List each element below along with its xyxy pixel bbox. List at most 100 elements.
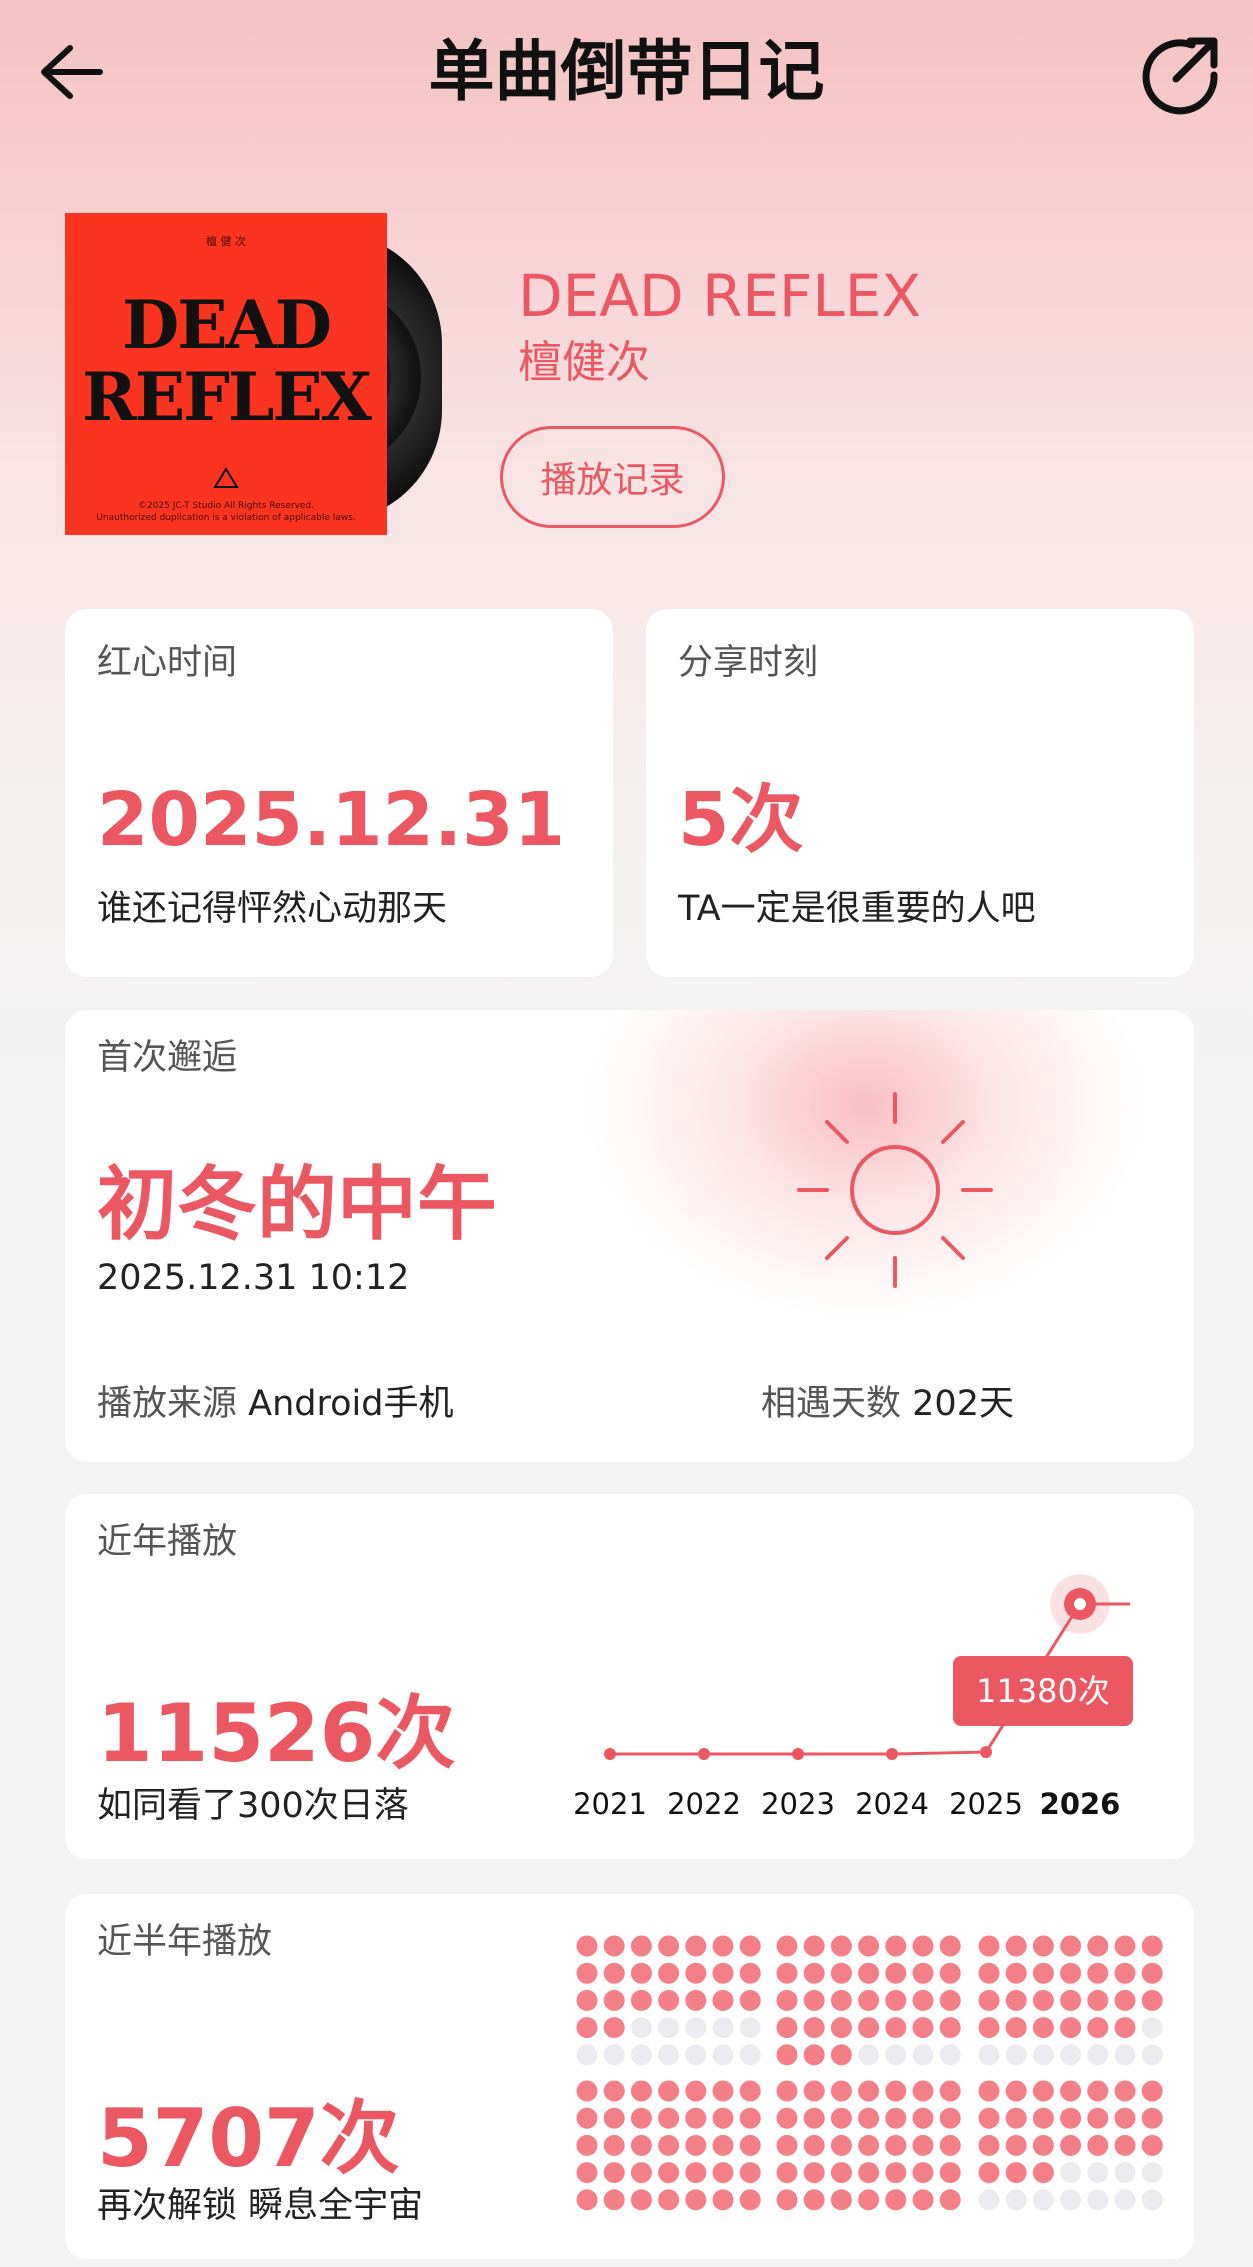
day-dot: [1005, 2017, 1027, 2039]
day-dot: [1005, 2134, 1027, 2156]
met-days: 相遇天数 202天: [761, 1384, 1014, 1424]
day-dot: [1087, 1935, 1109, 1957]
liked-date: 2025.12.31: [97, 777, 566, 863]
day-dot: [739, 2134, 761, 2156]
song-artist[interactable]: 檀健次: [518, 335, 650, 391]
day-dot: [630, 2080, 652, 2102]
day-dot: [858, 2044, 880, 2066]
day-dot: [658, 2189, 680, 2211]
day-dot: [803, 2107, 825, 2129]
day-dot: [1005, 2162, 1027, 2184]
day-dot: [685, 2134, 707, 2156]
day-dot: [803, 2162, 825, 2184]
day-dot: [1032, 1989, 1054, 2011]
day-dot: [1032, 1962, 1054, 1984]
page-title: 单曲倒带日记: [428, 33, 825, 110]
day-dot: [830, 2107, 852, 2129]
day-dot: [885, 2189, 907, 2211]
album-cover[interactable]: 檀 健 次 DEAD REFLEX ©2025 JC-T Studio All …: [65, 213, 387, 535]
day-dot: [830, 1962, 852, 1984]
day-dot: [1141, 2189, 1163, 2211]
day-dot: [858, 2134, 880, 2156]
day-dot: [630, 2134, 652, 2156]
day-dot: [576, 1962, 598, 1984]
day-dot: [576, 2134, 598, 2156]
day-dot: [1141, 1935, 1163, 1957]
day-dot: [978, 2044, 1000, 2066]
play-source: 播放来源 Android手机: [97, 1384, 454, 1424]
day-dot: [803, 2044, 825, 2066]
month-block: [776, 2080, 961, 2211]
day-dot: [1114, 2162, 1136, 2184]
day-dot: [858, 2162, 880, 2184]
day-dot: [1060, 2107, 1082, 2129]
day-dot: [978, 2189, 1000, 2211]
month-block: [576, 1935, 761, 2066]
day-dot: [1060, 2134, 1082, 2156]
day-dot: [912, 2162, 934, 2184]
day-dot: [1087, 2189, 1109, 2211]
day-dot: [1087, 2044, 1109, 2066]
day-dot: [885, 2080, 907, 2102]
day-dot: [739, 1935, 761, 1957]
tooltip-label: 11380次: [976, 1672, 1110, 1710]
month-block: [776, 1935, 961, 2066]
day-dot: [803, 2080, 825, 2102]
day-dot: [1005, 2080, 1027, 2102]
day-dot: [576, 1989, 598, 2011]
play-dot-grid: [576, 1935, 1163, 2211]
day-dot: [712, 1935, 734, 1957]
day-dot: [1114, 2044, 1136, 2066]
day-dot: [776, 1962, 798, 1984]
day-dot: [912, 2134, 934, 2156]
day-dot: [776, 2080, 798, 2102]
day-dot: [576, 2017, 598, 2039]
day-dot: [576, 2107, 598, 2129]
day-dot: [1114, 1989, 1136, 2011]
day-dot: [1087, 2107, 1109, 2129]
half-year-count: 5707次: [97, 2092, 400, 2185]
day-dot: [1060, 2162, 1082, 2184]
play-record-button[interactable]: 播放记录: [500, 426, 725, 528]
day-dot: [858, 1962, 880, 1984]
day-dot: [712, 1989, 734, 2011]
cover-artist-text: 檀 健 次: [206, 235, 246, 248]
day-dot: [1060, 1935, 1082, 1957]
share-icon: [1142, 37, 1218, 115]
day-dot: [939, 2189, 961, 2211]
day-dot: [712, 2189, 734, 2211]
day-dot: [603, 2107, 625, 2129]
chart-point: [886, 1748, 898, 1760]
day-dot: [1114, 1962, 1136, 1984]
card-label: 近年播放: [97, 1522, 238, 1562]
day-dot: [939, 2162, 961, 2184]
day-dot: [1060, 2017, 1082, 2039]
day-dot: [912, 1989, 934, 2011]
day-dot: [978, 1962, 1000, 1984]
day-dot: [712, 2044, 734, 2066]
day-dot: [1114, 2134, 1136, 2156]
day-dot: [776, 2134, 798, 2156]
share-button[interactable]: [1130, 25, 1230, 125]
day-dot: [630, 2044, 652, 2066]
day-dot: [739, 1962, 761, 1984]
day-dot: [685, 1989, 707, 2011]
day-dot: [885, 1962, 907, 1984]
day-dot: [576, 2044, 598, 2066]
day-dot: [603, 1962, 625, 1984]
day-dot: [603, 2017, 625, 2039]
day-dot: [1141, 2107, 1163, 2129]
day-dot: [658, 2044, 680, 2066]
share-count: 5次: [678, 777, 804, 863]
day-dot: [978, 2017, 1000, 2039]
day-dot: [658, 1935, 680, 1957]
day-dot: [776, 1989, 798, 2011]
liked-time-card: 红心时间 2025.12.31 谁还记得怦然心动那天: [65, 609, 613, 977]
chart-point: [698, 1748, 710, 1760]
day-dot: [978, 1989, 1000, 2011]
day-dot: [776, 2044, 798, 2066]
day-dot: [830, 1935, 852, 1957]
x-tick-label: 2024: [855, 1787, 929, 1821]
day-dot: [803, 2189, 825, 2211]
day-dot: [912, 2044, 934, 2066]
